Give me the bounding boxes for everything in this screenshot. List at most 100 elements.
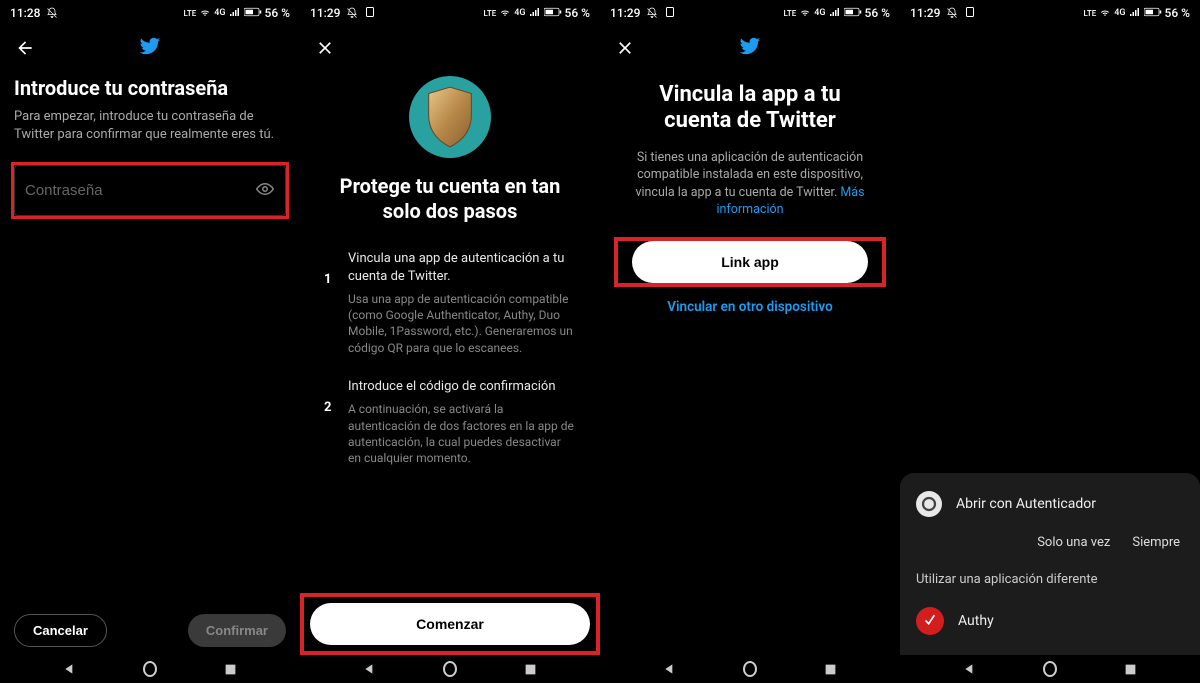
authy-app-icon: [916, 607, 944, 635]
android-nav: [600, 655, 900, 683]
bell-off-icon: [46, 7, 58, 19]
status-bar: 11:29 LTE 4G 56 %: [300, 0, 600, 24]
status-time: 11:29: [610, 6, 640, 20]
password-input-wrap: [14, 165, 286, 216]
nav-home-icon[interactable]: [743, 662, 757, 676]
battery-icon: [244, 6, 262, 20]
authenticator-app-icon: [916, 491, 942, 517]
battery-icon: [544, 6, 562, 20]
page-subtitle: Si tienes una aplicación de autenticació…: [614, 149, 886, 219]
network-4g: 4G: [514, 8, 525, 18]
wifi-icon: [1099, 6, 1111, 21]
nav-back-icon[interactable]: [963, 662, 977, 676]
screen-link: 11:29 LTE 4G 56 % Vincula la app a tu cu…: [600, 0, 900, 683]
header: [0, 24, 300, 68]
signal-icon: [529, 6, 541, 21]
status-time: 11:28: [10, 6, 40, 20]
screenshot-icon: [664, 6, 676, 21]
bell-off-icon: [646, 7, 658, 19]
bell-off-icon: [946, 7, 958, 19]
battery-icon: [1144, 6, 1162, 20]
page-subtitle: Para empezar, introduce tu contraseña de…: [14, 108, 286, 143]
back-arrow-icon[interactable]: [14, 37, 36, 59]
android-nav: [900, 655, 1200, 683]
wifi-icon: [499, 6, 511, 21]
close-icon[interactable]: [614, 37, 636, 59]
header: [600, 24, 900, 68]
screenshot-icon: [964, 6, 976, 21]
android-nav: [0, 655, 300, 683]
header: [300, 24, 600, 68]
signal-icon: [229, 6, 241, 21]
password-input[interactable]: [14, 165, 286, 216]
android-nav: [300, 655, 600, 683]
nav-home-icon[interactable]: [443, 662, 457, 676]
battery-text: 56 %: [565, 6, 590, 20]
other-device-link[interactable]: Vincular en otro dispositivo: [614, 299, 886, 315]
nav-recent-icon[interactable]: [823, 662, 837, 676]
confirm-button[interactable]: Confirmar: [188, 614, 286, 647]
authy-label: Authy: [958, 613, 994, 629]
wifi-icon: [199, 6, 211, 21]
nav-home-icon[interactable]: [143, 662, 157, 676]
authy-row[interactable]: Authy: [916, 601, 1184, 641]
step-number: 2: [324, 400, 334, 466]
link-app-button[interactable]: Link app: [632, 241, 868, 283]
lte-icon: LTE: [1084, 9, 1097, 18]
nav-recent-icon[interactable]: [1123, 662, 1137, 676]
steps-list: 1 Vincula una app de autenticación a tu …: [314, 250, 586, 488]
subtitle-text: Si tienes una aplicación de autenticació…: [635, 150, 863, 200]
once-button[interactable]: Solo una vez: [1037, 535, 1110, 550]
step-desc: A continuación, se activará la autentica…: [348, 401, 576, 466]
nav-back-icon[interactable]: [363, 662, 377, 676]
lte-icon: LTE: [484, 9, 497, 18]
nav-recent-icon[interactable]: [523, 662, 537, 676]
eye-icon[interactable]: [256, 180, 274, 202]
step-title: Vincula una app de autenticación a tu cu…: [348, 250, 576, 285]
use-different-app-label: Utilizar una aplicación diferente: [916, 572, 1184, 587]
network-4g: 4G: [1114, 8, 1125, 18]
page-title: Vincula la app a tu cuenta de Twitter: [614, 82, 886, 135]
status-time: 11:29: [310, 6, 340, 20]
step-number: 1: [324, 272, 334, 356]
nav-back-icon[interactable]: [663, 662, 677, 676]
signal-icon: [829, 6, 841, 21]
screen-password: 11:28 LTE 4G 56 % Introduce tu contraseñ…: [0, 0, 300, 683]
start-button-wrap: Comenzar: [300, 593, 600, 655]
page-title: Introduce tu contraseña: [14, 76, 286, 100]
sheet-actions: Solo una vez Siempre: [916, 535, 1184, 550]
status-bar: 11:29 LTE 4G 56 %: [600, 0, 900, 24]
nav-back-icon[interactable]: [63, 662, 77, 676]
lte-icon: LTE: [784, 9, 797, 18]
status-bar: 11:28 LTE 4G 56 %: [0, 0, 300, 24]
signal-icon: [1129, 6, 1141, 21]
bell-off-icon: [346, 7, 358, 19]
step-1: 1 Vincula una app de autenticación a tu …: [324, 250, 576, 356]
start-button[interactable]: Comenzar: [310, 603, 590, 645]
battery-text: 56 %: [1165, 6, 1190, 20]
screenshot-icon: [364, 6, 376, 21]
nav-home-icon[interactable]: [1043, 662, 1057, 676]
twitter-logo-icon: [139, 35, 161, 61]
screen-app-chooser: 11:29 LTE 4G 56 % Abrir con Autenticador…: [900, 0, 1200, 683]
step-2: 2 Introduce el código de confirmación A …: [324, 378, 576, 466]
wifi-icon: [799, 6, 811, 21]
page-title: Protege tu cuenta en tan solo dos pasos: [314, 174, 586, 224]
screen-protect: 11:29 LTE 4G 56 % Protege tu cuenta en t…: [300, 0, 600, 683]
step-desc: Usa una app de autenticación compatible …: [348, 291, 576, 356]
link-app-wrap: Link app: [614, 237, 886, 287]
battery-text: 56 %: [865, 6, 890, 20]
battery-icon: [844, 6, 862, 20]
lte-icon: LTE: [184, 9, 197, 18]
step-title: Introduce el código de confirmación: [348, 378, 576, 396]
sheet-title: Abrir con Autenticador: [956, 496, 1096, 512]
battery-text: 56 %: [265, 6, 290, 20]
status-time: 11:29: [910, 6, 940, 20]
cancel-button[interactable]: Cancelar: [14, 614, 107, 647]
nav-recent-icon[interactable]: [223, 662, 237, 676]
always-button[interactable]: Siempre: [1132, 535, 1180, 550]
footer-buttons: Cancelar Confirmar: [0, 602, 300, 655]
twitter-logo-icon: [739, 35, 761, 61]
close-icon[interactable]: [314, 37, 336, 59]
status-bar: 11:29 LTE 4G 56 %: [900, 0, 1200, 24]
